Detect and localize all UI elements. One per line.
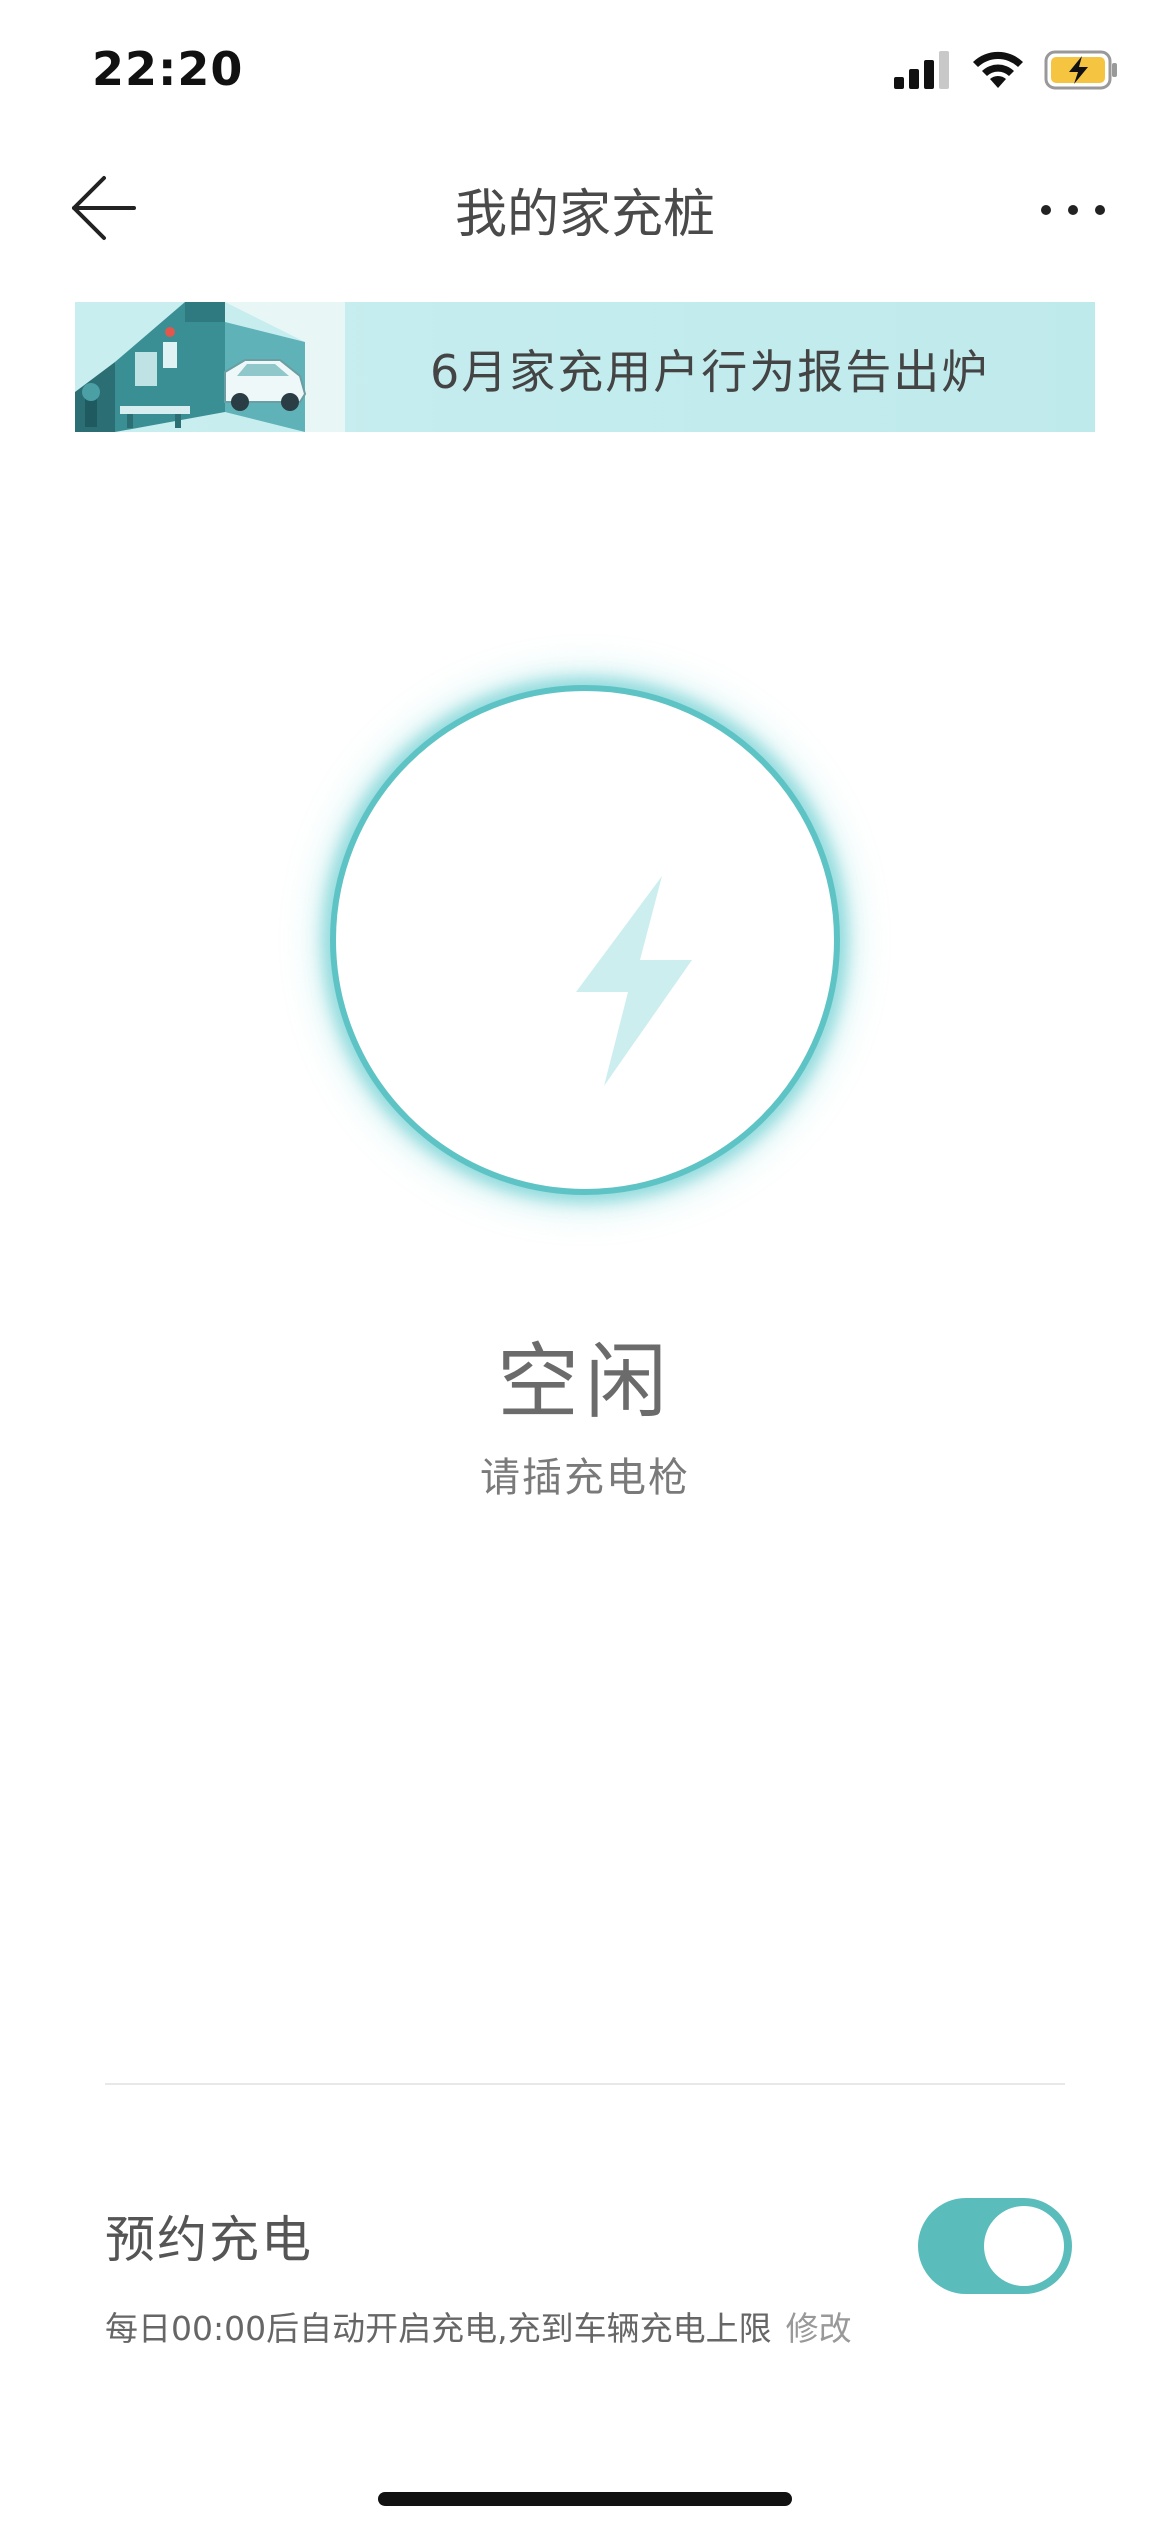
page-title: 我的家充桩 bbox=[454, 185, 715, 245]
status-bar: 22:20 bbox=[0, 0, 1170, 140]
home-indicator[interactable] bbox=[378, 2492, 792, 2506]
report-banner[interactable]: 6月家充用户行为报告出炉 bbox=[75, 302, 1095, 432]
charger-hint-text: 请插充电枪 bbox=[480, 1455, 690, 1501]
more-button[interactable] bbox=[1028, 180, 1118, 240]
charger-status-text: 空闲 bbox=[496, 1335, 673, 1430]
battery-charging-icon bbox=[1044, 50, 1117, 90]
garage-car-illustration bbox=[75, 302, 345, 432]
status-time: 22:20 bbox=[92, 42, 244, 96]
schedule-description-text: 每日00:00后自动开启充电,充到车辆充电上限 bbox=[105, 2309, 772, 2348]
scheduled-charging-title: 预约充电 bbox=[105, 2211, 313, 2269]
lightning-bolt-icon bbox=[576, 876, 692, 1086]
nav-bar: 我的家充桩 bbox=[0, 150, 1170, 270]
status-icons bbox=[894, 50, 1120, 90]
toggle-knob bbox=[984, 2206, 1064, 2286]
more-dots-icon bbox=[1041, 205, 1105, 215]
modify-link[interactable]: 修改 bbox=[786, 2309, 852, 2348]
scheduled-charging-description: 每日00:00后自动开启充电,充到车辆充电上限 修改 bbox=[105, 2302, 852, 2350]
banner-text: 6月家充用户行为报告出炉 bbox=[430, 345, 990, 399]
scheduled-charging-toggle[interactable] bbox=[918, 2198, 1072, 2294]
cellular-signal-icon bbox=[894, 51, 949, 89]
status-ring bbox=[330, 685, 840, 1195]
wifi-icon bbox=[973, 51, 1023, 88]
charger-status-ring bbox=[285, 640, 885, 1240]
section-divider bbox=[105, 2083, 1065, 2085]
